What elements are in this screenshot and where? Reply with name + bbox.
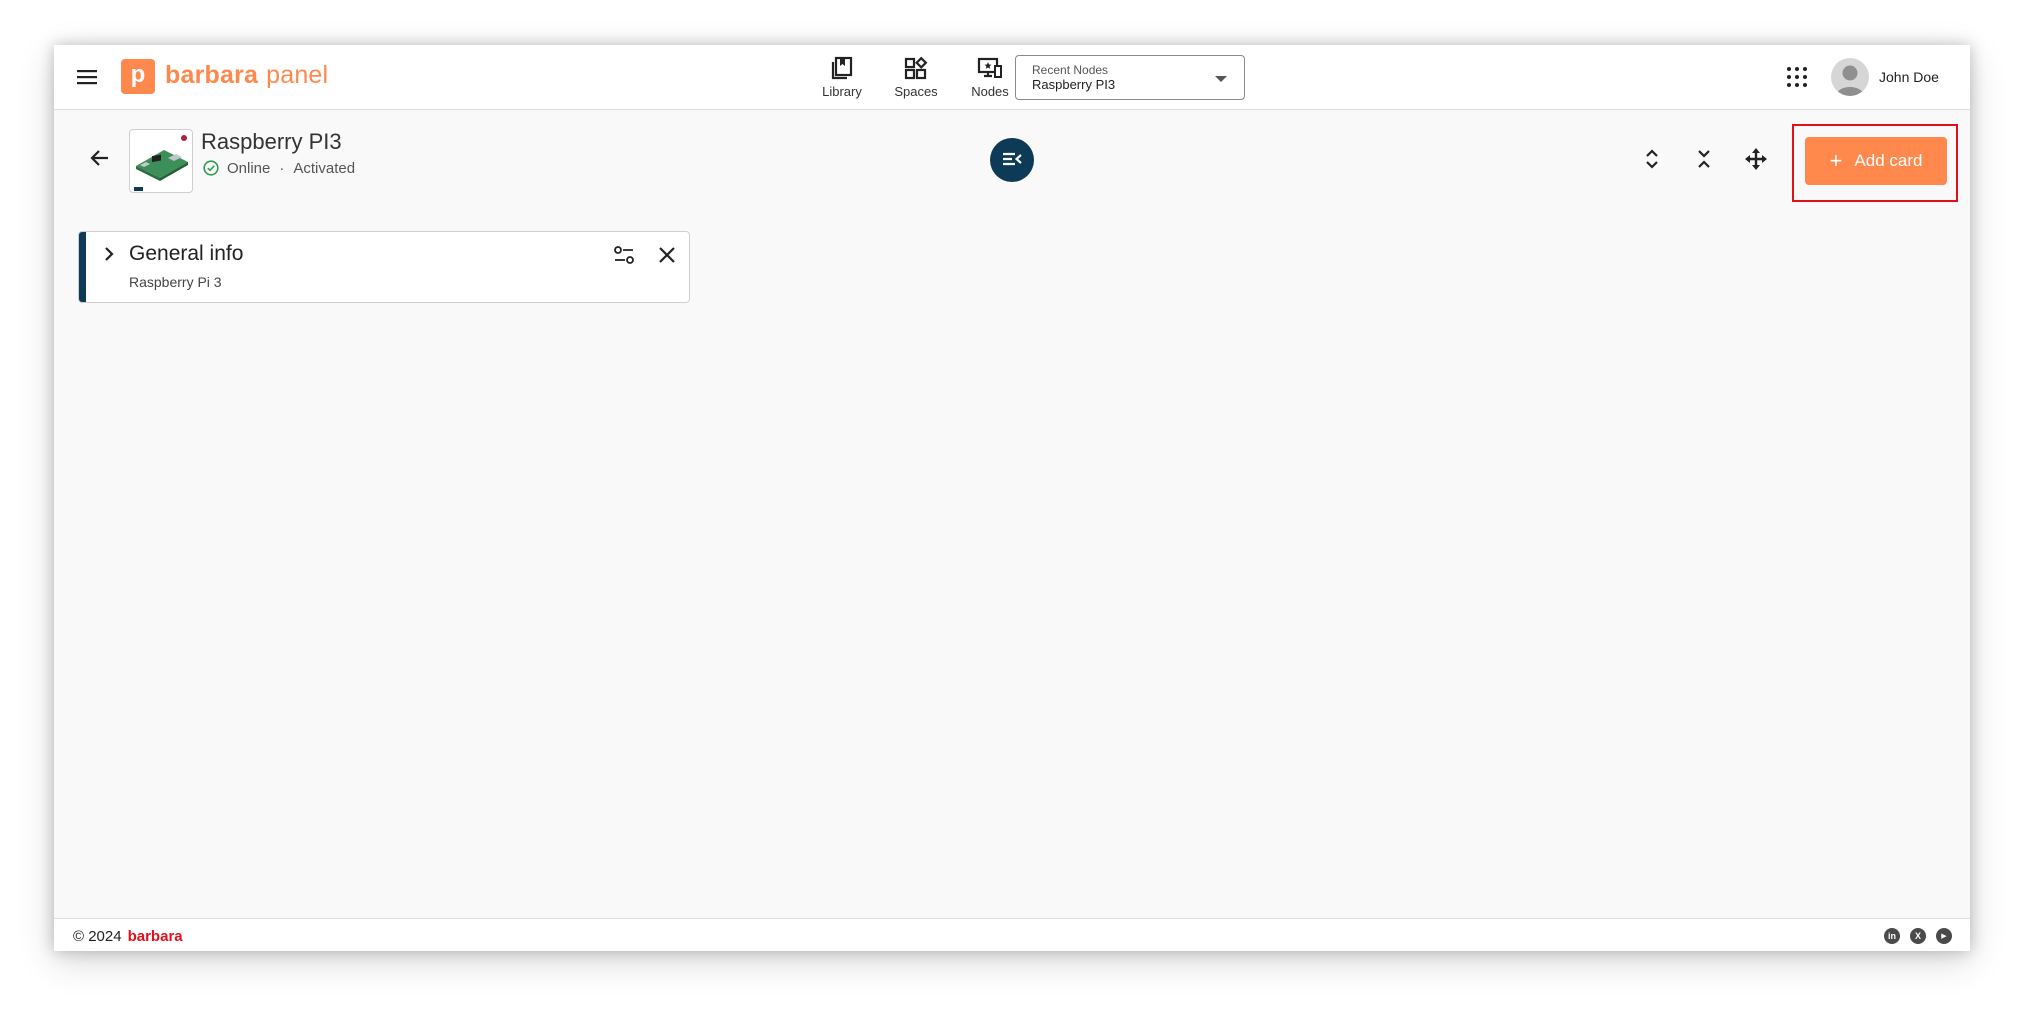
spaces-icon <box>904 56 928 80</box>
card-close-icon[interactable] <box>655 243 679 267</box>
move-cards-button[interactable] <box>1743 146 1769 172</box>
recent-nodes-value: Raspberry PI3 <box>1032 77 1116 92</box>
x-icon[interactable]: X <box>1910 928 1926 944</box>
app-window: p barbara panel Library Spaces Nodes Rec… <box>54 45 1970 951</box>
nav-library[interactable]: Library <box>810 55 874 101</box>
top-bar: p barbara panel Library Spaces Nodes Rec… <box>54 45 1970 110</box>
nav-spaces[interactable]: Spaces <box>884 55 948 101</box>
back-arrow-icon[interactable] <box>88 146 112 170</box>
nodes-icon <box>977 57 1002 78</box>
node-image <box>129 129 193 193</box>
toggle-panel-button[interactable] <box>990 138 1034 182</box>
nav-nodes[interactable]: Nodes <box>958 55 1022 101</box>
copyright: © 2024 barbara <box>73 928 183 945</box>
collapse-icon <box>1698 150 1710 168</box>
expand-icon <box>1646 149 1658 169</box>
activation-status: Activated <box>293 159 356 177</box>
logo-wordmark[interactable]: barbara panel <box>165 61 328 91</box>
library-icon <box>831 56 853 80</box>
collapse-all-button[interactable] <box>1691 146 1717 172</box>
footer-brand-logo[interactable]: barbara <box>128 928 183 945</box>
avatar[interactable] <box>1831 58 1869 96</box>
add-card-label: Add card <box>1854 151 1923 170</box>
card-settings-icon[interactable] <box>612 243 636 267</box>
node-title: Raspberry PI3 <box>201 129 342 154</box>
plus-icon: + <box>1829 148 1843 173</box>
apps-grid-icon[interactable] <box>1787 67 1807 87</box>
node-status: Online · Activated <box>203 158 355 178</box>
expand-all-button[interactable] <box>1639 146 1665 172</box>
status-separator: · <box>279 159 285 177</box>
youtube-icon[interactable]: ▶ <box>1936 928 1952 944</box>
footer: © 2024 barbara in X ▶ <box>54 918 1970 951</box>
recent-nodes-select[interactable]: Recent Nodes Raspberry PI3 <box>1015 55 1245 100</box>
chevron-right-icon[interactable] <box>99 244 119 264</box>
logo-icon[interactable]: p <box>121 59 155 94</box>
card-subtitle: Raspberry Pi 3 <box>129 274 222 290</box>
add-card-button[interactable]: + Add card <box>1805 137 1947 185</box>
menu-collapse-icon <box>1003 152 1022 166</box>
move-arrows-icon <box>1745 148 1767 170</box>
online-status: Online <box>227 159 271 177</box>
dropdown-caret-icon <box>1215 76 1227 82</box>
copyright-text: © 2024 <box>73 928 122 945</box>
hamburger-menu-icon[interactable] <box>76 66 98 88</box>
general-info-card: General info Raspberry Pi 3 <box>78 231 690 303</box>
card-accent-stripe <box>79 232 86 302</box>
user-avatar-icon <box>1836 65 1864 96</box>
raspberry-board-icon <box>134 135 188 191</box>
linkedin-icon[interactable]: in <box>1884 928 1900 944</box>
recent-nodes-label: Recent Nodes <box>1032 63 1109 77</box>
card-title: General info <box>129 242 244 265</box>
check-circle-icon <box>203 160 219 176</box>
user-name[interactable]: John Doe <box>1879 69 1939 85</box>
